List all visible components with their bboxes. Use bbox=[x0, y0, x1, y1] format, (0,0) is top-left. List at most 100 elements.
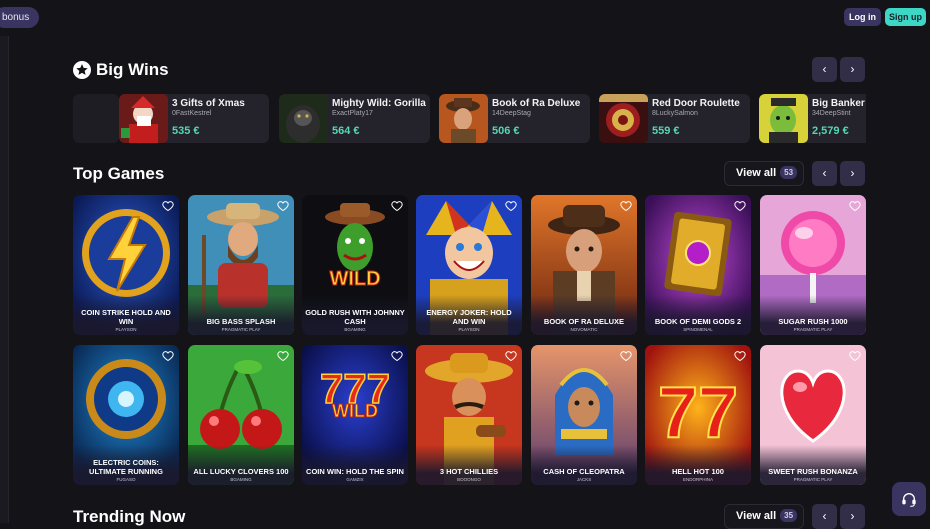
game-title: 3 HOT CHILLIES bbox=[439, 467, 499, 476]
trending-title: Trending Now bbox=[73, 507, 186, 526]
game-card[interactable]: SWEET RUSH BONANZA PRAGMATIC PLAY bbox=[760, 345, 866, 485]
game-title: BOOK OF RA DELUXE bbox=[543, 317, 625, 326]
win-game-name: Mighty Wild: Gorilla bbox=[332, 98, 426, 109]
heart-outline-icon[interactable] bbox=[391, 350, 403, 362]
headset-icon bbox=[902, 493, 916, 507]
game-card[interactable]: ENERGY JOKER: HOLD AND WIN PLAYSON bbox=[416, 195, 522, 335]
heart-outline-icon[interactable] bbox=[277, 350, 289, 362]
game-thumbnail bbox=[759, 94, 808, 143]
game-title: BIG BASS SPLASH bbox=[206, 317, 276, 326]
top-games-title: Top Games bbox=[73, 164, 165, 183]
game-title: SWEET RUSH BONANZA bbox=[768, 467, 858, 476]
game-card[interactable]: COIN STRIKE HOLD AND WIN PLAYSON bbox=[73, 195, 179, 335]
heart-outline-icon[interactable] bbox=[849, 200, 861, 212]
game-title: CASH OF CLEOPATRA bbox=[543, 467, 625, 476]
win-amount: 564 € bbox=[332, 125, 360, 137]
win-card[interactable]: Mighty Wild: Gorilla ExactPlaty17 564 € bbox=[279, 94, 430, 143]
game-provider: BGAMING bbox=[344, 327, 366, 332]
win-game-name: Book of Ra Deluxe bbox=[492, 98, 581, 109]
big-wins-next-button[interactable]: › bbox=[840, 57, 865, 82]
game-provider: NOVOMATIC bbox=[570, 327, 598, 332]
sidebar-edge bbox=[0, 36, 9, 523]
svg-text:77: 77 bbox=[658, 373, 738, 453]
win-card[interactable] bbox=[73, 94, 119, 143]
heart-outline-icon[interactable] bbox=[505, 350, 517, 362]
game-card[interactable]: WILD GOLD RUSH WITH JOHNNY CASH BGAMING bbox=[302, 195, 408, 335]
heart-outline-icon[interactable] bbox=[162, 350, 174, 362]
game-thumbnail bbox=[279, 94, 328, 143]
game-provider: PRAGMATIC PLAY bbox=[793, 327, 833, 332]
win-game-name: Big Banker B bbox=[812, 98, 866, 109]
game-provider: ENDORPHINA bbox=[682, 477, 713, 482]
game-provider: FUGASO bbox=[116, 477, 136, 482]
bonus-button[interactable]: bonus bbox=[0, 7, 40, 28]
top-games-view-all-button[interactable]: View all 53 bbox=[724, 161, 805, 186]
game-card[interactable]: BOOK OF DEMI GODS 2 SPINOMENAL bbox=[645, 195, 751, 335]
star-icon bbox=[73, 61, 91, 79]
heart-outline-icon[interactable] bbox=[505, 200, 517, 212]
game-card[interactable]: SUGAR RUSH 1000 PRAGMATIC PLAY bbox=[760, 195, 866, 335]
win-card[interactable]: Red Door Roulette 8LuckySalmon 559 € bbox=[599, 94, 750, 143]
game-thumbnail bbox=[599, 94, 648, 143]
game-card[interactable]: 77 HELL HOT 100 ENDORPHINA bbox=[645, 345, 751, 485]
big-wins-prev-button[interactable]: ‹ bbox=[812, 57, 837, 82]
game-card[interactable]: ELECTRIC COINS: ULTIMATE RUNNING FUGASO bbox=[73, 345, 179, 485]
game-title: SUGAR RUSH 1000 bbox=[778, 317, 848, 326]
trending-prev-button[interactable]: ‹ bbox=[812, 504, 837, 529]
big-wins-title: Big Wins bbox=[96, 60, 169, 79]
top-games-prev-button[interactable]: ‹ bbox=[812, 161, 837, 186]
win-card[interactable]: Book of Ra Deluxe 14DeepStag 506 € bbox=[439, 94, 590, 143]
login-button[interactable]: Log in bbox=[844, 8, 881, 26]
game-title: BOOK OF DEMI GODS 2 bbox=[654, 317, 742, 326]
win-username: 14DeepStag bbox=[492, 110, 531, 117]
win-game-name: 3 Gifts of Xmas bbox=[172, 98, 245, 109]
win-amount: 506 € bbox=[492, 125, 520, 137]
win-username: ExactPlaty17 bbox=[332, 110, 373, 117]
game-provider: PRAGMATIC PLAY bbox=[793, 477, 833, 482]
heart-outline-icon[interactable] bbox=[734, 350, 746, 362]
heart-outline-icon[interactable] bbox=[277, 200, 289, 212]
view-all-label: View all bbox=[736, 510, 777, 522]
game-title: ENERGY JOKER: HOLD AND WIN bbox=[426, 308, 512, 326]
game-title: ELECTRIC COINS: ULTIMATE RUNNING bbox=[89, 458, 163, 476]
win-amount: 559 € bbox=[652, 125, 680, 137]
game-title: COIN WIN: HOLD THE SPIN bbox=[306, 467, 404, 476]
game-card[interactable]: CASH OF CLEOPATRA JACKS bbox=[531, 345, 637, 485]
win-amount: 535 € bbox=[172, 125, 200, 137]
view-all-label: View all bbox=[736, 167, 777, 179]
trending-next-button[interactable]: › bbox=[840, 504, 865, 529]
svg-text:WILD: WILD bbox=[332, 401, 378, 421]
game-card[interactable]: BOOK OF RA DELUXE NOVOMATIC bbox=[531, 195, 637, 335]
game-provider: PLAYSON bbox=[458, 327, 480, 332]
game-title: COIN STRIKE HOLD AND WIN bbox=[81, 308, 171, 326]
game-title: GOLD RUSH WITH JOHNNY CASH bbox=[305, 308, 405, 326]
heart-outline-icon[interactable] bbox=[620, 200, 632, 212]
win-card[interactable]: 3 Gifts of Xmas 0FastKestrel 535 € bbox=[119, 94, 269, 143]
game-card[interactable]: BIG BASS SPLASH PRAGMATIC PLAY bbox=[188, 195, 294, 335]
win-username: 0FastKestrel bbox=[172, 110, 212, 117]
win-card[interactable]: Big Banker B 34DeepStint 2,579 € bbox=[759, 94, 866, 143]
heart-outline-icon[interactable] bbox=[162, 200, 174, 212]
game-provider: JACKS bbox=[576, 477, 592, 482]
win-username: 8LuckySalmon bbox=[652, 110, 698, 117]
game-provider: SPINOMENAL bbox=[683, 327, 713, 332]
top-games-next-button[interactable]: › bbox=[840, 161, 865, 186]
game-card[interactable]: ALL LUCKY CLOVERS 100 BGAMING bbox=[188, 345, 294, 485]
game-title: ALL LUCKY CLOVERS 100 bbox=[193, 467, 289, 476]
heart-outline-icon[interactable] bbox=[849, 350, 861, 362]
heart-outline-icon[interactable] bbox=[391, 200, 403, 212]
game-card[interactable]: 777 WILD COIN WIN: HOLD THE SPIN GAMZIX bbox=[302, 345, 408, 485]
trending-view-all-button[interactable]: View all 35 bbox=[724, 504, 805, 529]
game-provider: GAMZIX bbox=[346, 477, 364, 482]
trending-count-badge: 35 bbox=[780, 509, 798, 522]
signup-button[interactable]: Sign up bbox=[885, 8, 926, 26]
support-button[interactable] bbox=[892, 482, 926, 516]
game-card[interactable]: 3 HOT CHILLIES BOOONGO bbox=[416, 345, 522, 485]
big-wins-carousel: 3 Gifts of Xmas 0FastKestrel 535 € Might… bbox=[73, 94, 866, 143]
game-provider: BGAMING bbox=[230, 477, 252, 482]
heart-outline-icon[interactable] bbox=[620, 350, 632, 362]
win-amount: 2,579 € bbox=[812, 125, 849, 137]
games-count-badge: 53 bbox=[780, 166, 798, 179]
heart-outline-icon[interactable] bbox=[734, 200, 746, 212]
game-provider: PRAGMATIC PLAY bbox=[221, 327, 261, 332]
